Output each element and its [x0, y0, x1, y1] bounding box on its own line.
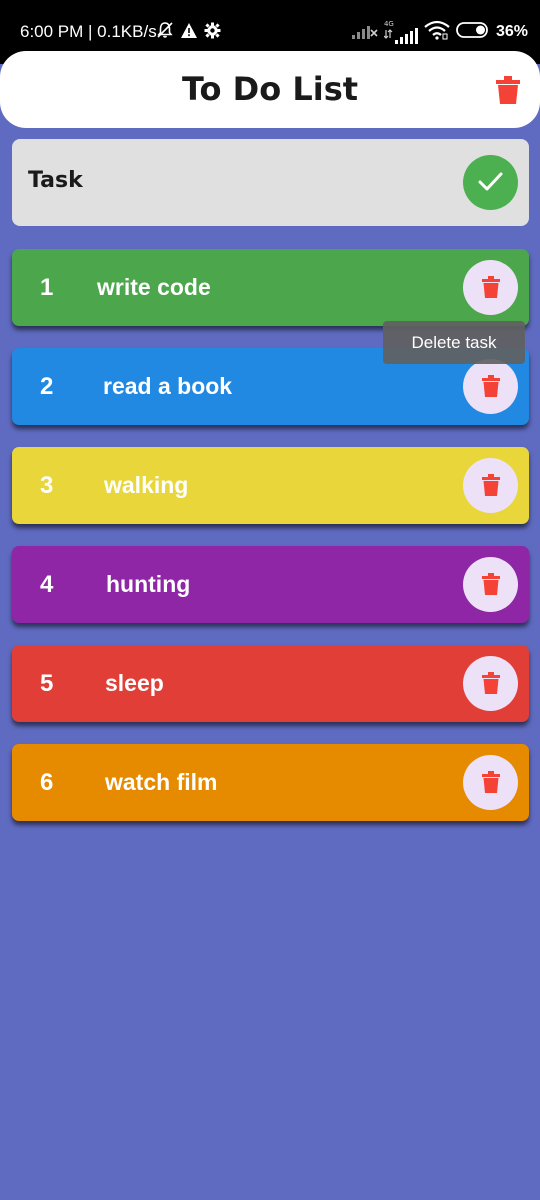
- app-bar: To Do List: [0, 51, 540, 128]
- task-number: 5: [40, 670, 54, 697]
- delete-task-button[interactable]: [463, 260, 518, 315]
- add-task-button[interactable]: [463, 155, 518, 210]
- warning-icon: [180, 22, 198, 43]
- battery-percent: 36%: [495, 23, 528, 40]
- delete-task-button[interactable]: [463, 656, 518, 711]
- task-number: 4: [40, 571, 54, 598]
- task-input-field[interactable]: Task: [12, 139, 529, 226]
- task-card-5: 5 sleep: [12, 645, 529, 722]
- task-number: 6: [40, 769, 54, 796]
- task-number: 3: [40, 472, 54, 499]
- task-number: 1: [40, 274, 54, 301]
- task-card-4: 4 hunting: [12, 546, 529, 623]
- network-type-label: 4G: [383, 19, 394, 28]
- delete-all-button[interactable]: [496, 76, 520, 104]
- delete-task-tooltip: Delete task: [383, 321, 525, 364]
- task-text: sleep: [105, 670, 164, 696]
- page-title: To Do List: [181, 70, 359, 108]
- status-time-speed: 6:00 PM | 0.1KB/s: [20, 22, 157, 41]
- signal-4g-icon: 4G: [383, 19, 418, 44]
- trash-icon: [482, 276, 500, 298]
- task-text: write code: [97, 274, 211, 300]
- task-card-1: 1 write code: [12, 249, 529, 326]
- wifi-icon: [424, 20, 450, 44]
- task-card-3: 3 walking: [12, 447, 529, 524]
- task-text: watch film: [105, 769, 218, 795]
- gear-icon: [204, 22, 221, 43]
- delete-task-button[interactable]: [463, 557, 518, 612]
- status-icons-right: 4G 36%: [351, 18, 528, 46]
- task-text: walking: [104, 472, 189, 498]
- task-text: hunting: [106, 571, 191, 597]
- trash-icon: [482, 771, 500, 793]
- trash-icon: [482, 375, 500, 397]
- bell-off-icon: [156, 21, 174, 43]
- status-icons-left: [156, 22, 221, 42]
- task-text: read a book: [103, 373, 233, 399]
- trash-icon: [496, 76, 520, 104]
- delete-task-button[interactable]: [463, 458, 518, 513]
- task-number: 2: [40, 373, 54, 400]
- task-card-6: 6 watch film: [12, 744, 529, 821]
- trash-icon: [482, 573, 500, 595]
- delete-task-button[interactable]: [463, 359, 518, 414]
- signal-icon: [351, 21, 378, 43]
- trash-icon: [482, 672, 500, 694]
- delete-task-button[interactable]: [463, 755, 518, 810]
- task-input-placeholder: Task: [28, 168, 83, 193]
- trash-icon: [482, 474, 500, 496]
- check-icon: [478, 172, 503, 191]
- battery-icon: [456, 21, 490, 43]
